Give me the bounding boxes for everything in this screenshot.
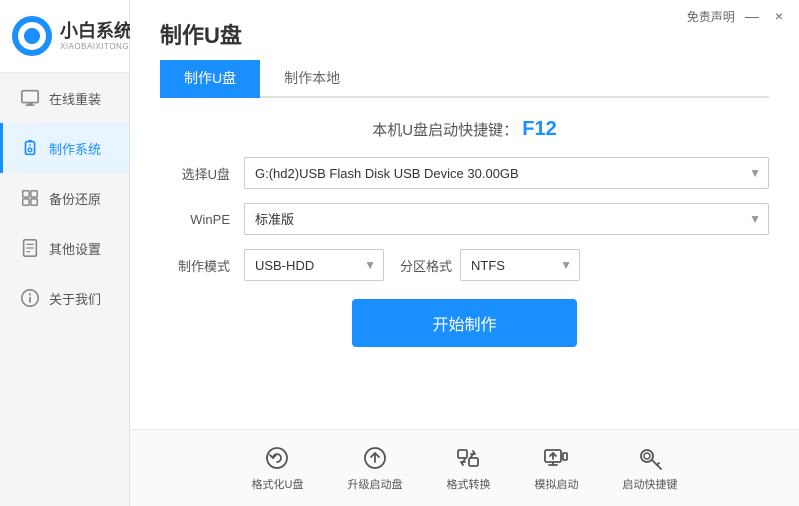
shortcut-prefix: 本机U盘启动快捷键： <box>372 122 518 139</box>
tab-bar: 制作U盘 制作本地 <box>160 60 769 98</box>
toolbar-format-convert-label: 格式转换 <box>446 476 490 492</box>
mode-select[interactable]: USB-HDD <box>244 249 384 281</box>
simulate-icon <box>542 444 570 472</box>
main-content: 免责声明 — × 制作U盘 制作U盘 制作本地 本机U盘启动快捷键： F12 选… <box>130 0 799 506</box>
tab-make-local[interactable]: 制作本地 <box>260 60 364 98</box>
toolbar-format-usb-label: 格式化U盘 <box>252 476 304 492</box>
mode-select-wrap: USB-HDD ▼ <box>244 249 384 281</box>
sidebar-item-online-reinstall[interactable]: 在线重装 <box>0 73 129 123</box>
partition-select-wrap: NTFS ▼ <box>460 249 580 281</box>
usb-select[interactable]: G:(hd2)USB Flash Disk USB Device 30.00GB <box>244 157 769 189</box>
close-button[interactable]: × <box>769 6 789 26</box>
logo-icon <box>12 16 52 56</box>
info-icon <box>19 287 41 309</box>
shortcut-key: F12 <box>522 118 556 140</box>
toolbar-format-usb[interactable]: 格式化U盘 <box>230 438 326 498</box>
usb-icon <box>19 137 41 159</box>
disclaimer-link[interactable]: 免责声明 <box>687 8 735 25</box>
minimize-button[interactable]: — <box>739 6 765 26</box>
toolbar-simulate-boot-label: 模拟启动 <box>534 476 578 492</box>
usb-label: 选择U盘 <box>160 164 230 183</box>
file-icon <box>19 237 41 259</box>
sidebar-item-about-us[interactable]: 关于我们 <box>0 273 129 323</box>
content-area: 本机U盘启动快捷键： F12 选择U盘 G:(hd2)USB Flash Dis… <box>130 98 799 429</box>
sidebar-item-other-settings[interactable]: 其他设置 <box>0 223 129 273</box>
title-bar: 免责声明 — × <box>677 0 799 32</box>
sidebar-item-backup-restore[interactable]: 备份还原 <box>0 173 129 223</box>
tab-make-usb[interactable]: 制作U盘 <box>160 60 260 98</box>
toolbar-upgrade-boot[interactable]: 升级启动盘 <box>325 438 424 498</box>
shortcut-hint: 本机U盘启动快捷键： F12 <box>160 118 769 141</box>
grid-icon <box>19 187 41 209</box>
toolbar-boot-shortcut[interactable]: 启动快捷键 <box>600 438 699 498</box>
start-button[interactable]: 开始制作 <box>352 299 576 347</box>
mode-label: 制作模式 <box>160 256 230 275</box>
sidebar-label-other-settings: 其他设置 <box>49 239 101 258</box>
winpe-select[interactable]: 标准版 <box>244 203 769 235</box>
sidebar-item-make-system[interactable]: 制作系统 <box>0 123 129 173</box>
winpe-label: WinPE <box>160 212 230 227</box>
winpe-select-control: 标准版 ▼ <box>244 203 769 235</box>
sidebar-label-backup-restore: 备份还原 <box>49 189 101 208</box>
convert-icon <box>454 444 482 472</box>
winpe-select-row: WinPE 标准版 ▼ <box>160 203 769 235</box>
sidebar: 小白系统 XIAOBAIXITONG.COM 在线重装 <box>0 0 130 506</box>
partition-select[interactable]: NTFS <box>460 249 580 281</box>
bottom-toolbar: 格式化U盘 升级启动盘 <box>130 429 799 506</box>
monitor-icon <box>19 87 41 109</box>
toolbar-simulate-boot[interactable]: 模拟启动 <box>512 438 600 498</box>
usb-select-row: 选择U盘 G:(hd2)USB Flash Disk USB Device 30… <box>160 157 769 189</box>
toolbar-format-convert[interactable]: 格式转换 <box>424 438 512 498</box>
usb-select-control: G:(hd2)USB Flash Disk USB Device 30.00GB… <box>244 157 769 189</box>
toolbar-upgrade-boot-label: 升级启动盘 <box>347 476 402 492</box>
sidebar-label-online-reinstall: 在线重装 <box>49 89 101 108</box>
sidebar-label-make-system: 制作系统 <box>49 139 101 158</box>
format-icon <box>263 444 291 472</box>
logo-area: 小白系统 XIAOBAIXITONG.COM <box>0 0 129 73</box>
start-button-row: 开始制作 <box>160 299 769 347</box>
upload-icon <box>361 444 389 472</box>
key-icon <box>636 444 664 472</box>
toolbar-boot-shortcut-label: 启动快捷键 <box>622 476 677 492</box>
partition-label: 分区格式 <box>400 256 452 275</box>
sidebar-label-about-us: 关于我们 <box>49 289 101 308</box>
mode-partition-row: 制作模式 USB-HDD ▼ 分区格式 NTFS ▼ <box>160 249 769 281</box>
